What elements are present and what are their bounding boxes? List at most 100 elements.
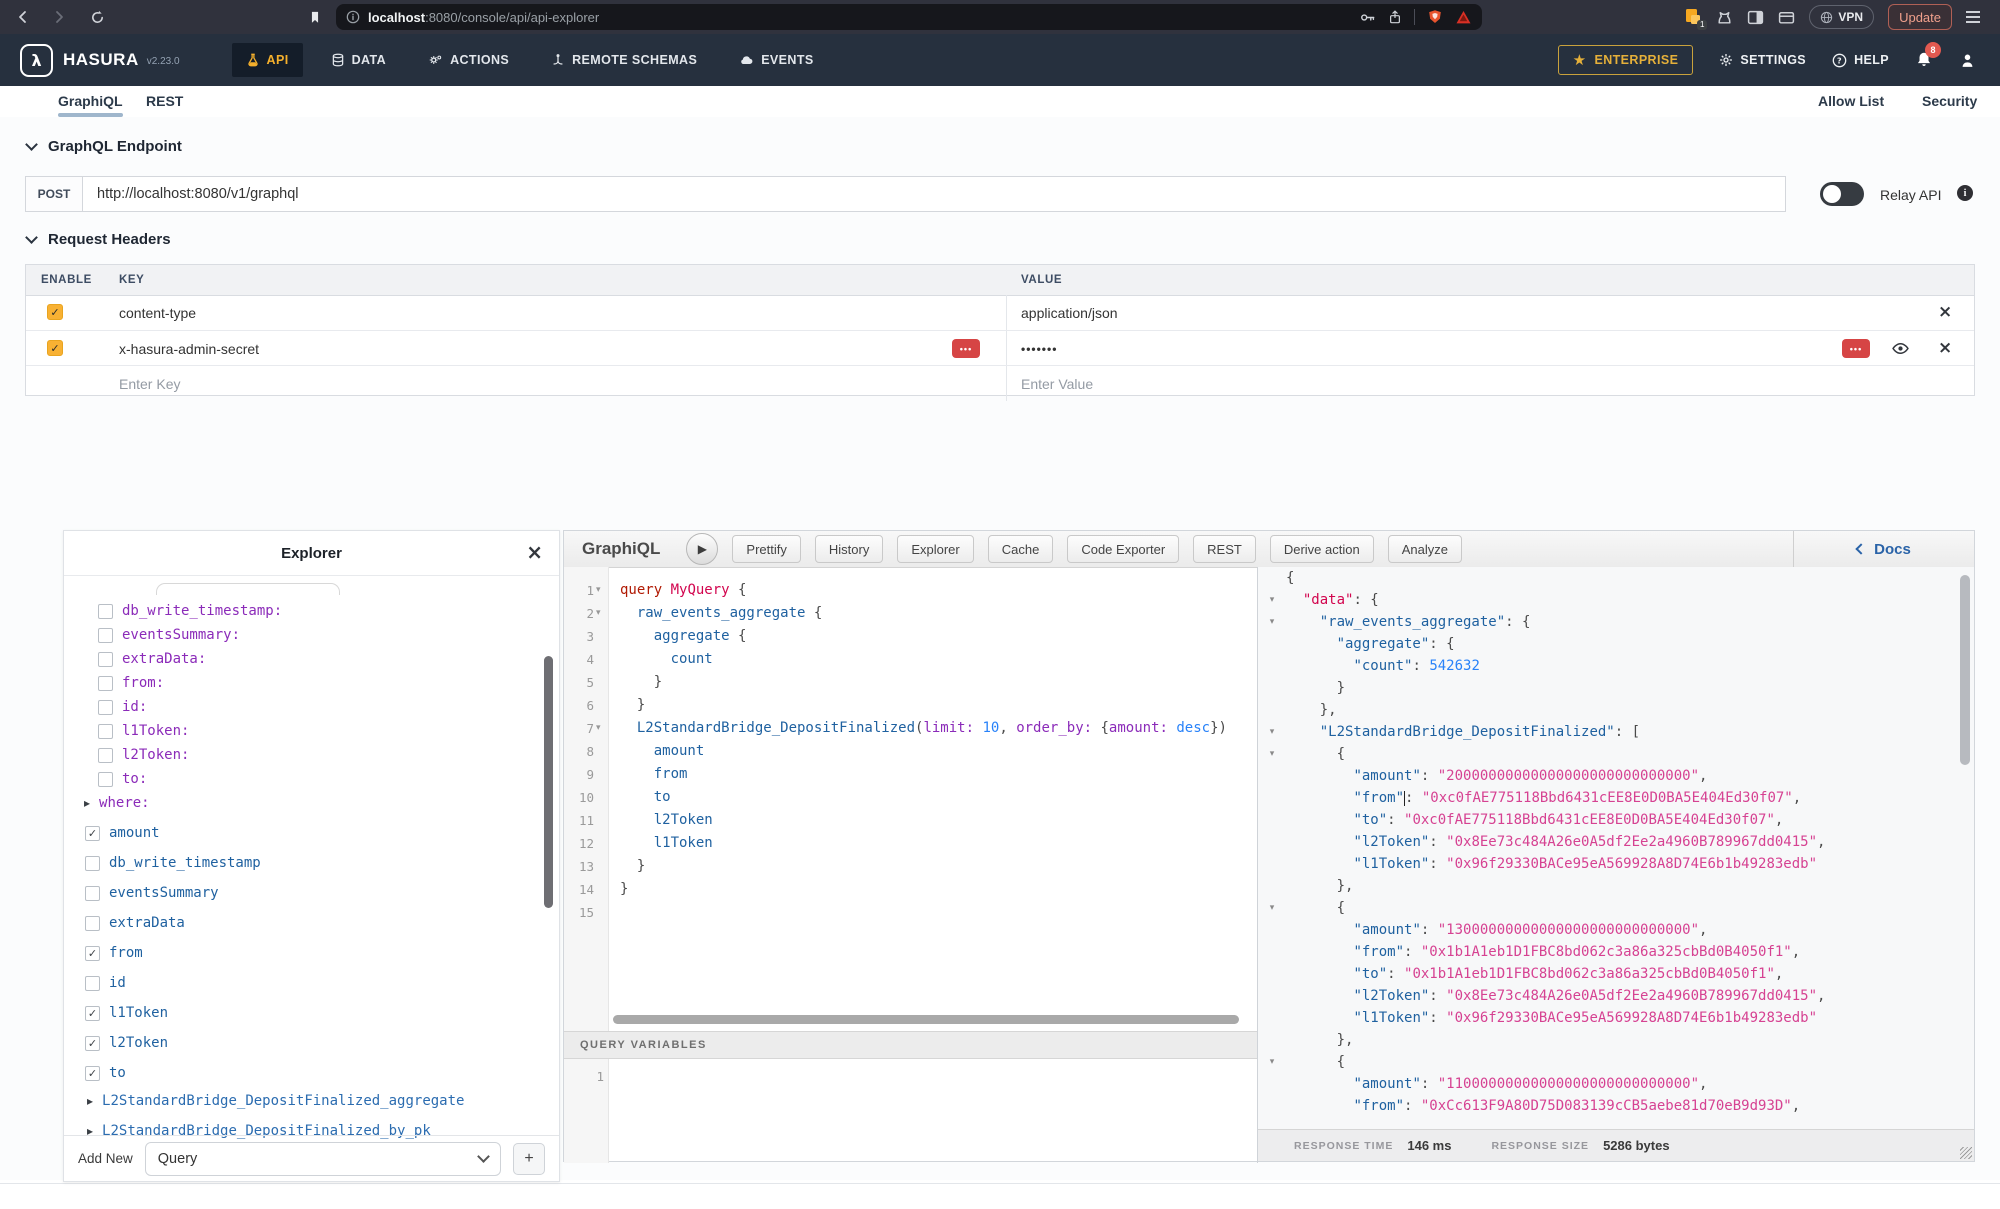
account-button[interactable] [1959,52,1976,69]
notifications-button[interactable]: 8 [1915,51,1933,69]
vpn-button[interactable]: VPN [1809,5,1874,29]
explorer-close-icon[interactable]: × [526,542,543,562]
new-header-value-input[interactable]: Enter Value [1021,376,1093,392]
field-checkbox[interactable] [98,772,113,787]
nav-item-events[interactable]: EVENTS [725,43,827,77]
cache-button[interactable]: Cache [988,535,1054,563]
header-key-cell[interactable]: content-type [119,305,196,321]
explorer-field-row[interactable]: l1Token [85,1005,168,1021]
query-editor[interactable]: query MyQuery { raw_events_aggregate { a… [620,579,1250,924]
admin-secret-badge[interactable]: ••• [952,339,980,358]
explorer-field-row[interactable]: from [85,945,143,961]
bookmark-button[interactable] [300,4,330,30]
explorer-field-row[interactable]: extraData [85,915,185,931]
explorer-arg-row[interactable]: to: [98,771,147,787]
fold-marker-icon[interactable]: ▾ [596,717,606,740]
rest-button[interactable]: REST [1193,535,1256,563]
settings-button[interactable]: SETTINGS [1719,53,1806,67]
header-key-cell[interactable]: x-hasura-admin-secret [119,341,259,357]
eye-icon[interactable] [1892,341,1909,356]
graphql-endpoint-section-header[interactable]: GraphQL Endpoint [27,138,182,155]
request-headers-section-header[interactable]: Request Headers [27,231,171,248]
browser-reload-button[interactable] [82,4,112,30]
field-checkbox[interactable] [85,826,100,841]
extension-notes-icon[interactable]: 1 [1684,8,1702,26]
nav-item-data[interactable]: DATA [317,43,400,77]
fold-marker-icon[interactable]: ▾ [1260,743,1284,765]
execute-query-button[interactable]: ▶ [686,533,718,565]
share-icon[interactable] [1388,9,1402,25]
add-new-plus-button[interactable]: + [513,1143,545,1175]
explorer-arg-row[interactable]: eventsSummary: [98,627,240,643]
add-new-select[interactable]: Query [145,1142,501,1176]
response-scrollbar[interactable] [1960,575,1970,765]
browser-back-button[interactable] [8,4,38,30]
header-value-cell[interactable]: application/json [1021,305,1118,321]
admin-secret-badge[interactable]: ••• [1842,339,1870,358]
explorer-field-row[interactable]: id [85,975,126,991]
field-checkbox[interactable] [85,856,100,871]
fold-marker-icon[interactable]: ▾ [1260,721,1284,743]
editor-horizontal-scrollbar[interactable] [613,1015,1251,1025]
endpoint-url-input[interactable] [82,176,1786,212]
browser-forward-button[interactable] [44,4,74,30]
explorer-scrollbar[interactable] [544,656,553,908]
code-exporter-button[interactable]: Code Exporter [1067,535,1179,563]
fold-marker-icon[interactable]: ▾ [596,602,606,625]
field-checkbox[interactable] [85,946,100,961]
expand-arrow-icon[interactable]: ▸ [87,1094,93,1108]
explorer-field-row[interactable]: l2Token [85,1035,168,1051]
tab-allow-list[interactable]: Allow List [1818,86,1884,116]
field-checkbox[interactable] [85,886,100,901]
info-icon[interactable]: i [1957,185,1973,201]
sidebar-toggle-icon[interactable] [1747,9,1764,26]
tab-graphiql[interactable]: GraphiQL [58,86,123,116]
field-checkbox[interactable] [98,700,113,715]
explorer-arg-row[interactable]: from: [98,675,164,691]
field-checkbox[interactable] [98,676,113,691]
field-checkbox[interactable] [85,1036,100,1051]
history-button[interactable]: History [815,535,883,563]
query-variables-header[interactable]: QUERY VARIABLES [564,1031,1257,1059]
fold-marker-icon[interactable]: ▾ [1260,897,1284,919]
analyze-button[interactable]: Analyze [1388,535,1462,563]
enable-checkbox[interactable] [47,340,63,356]
expand-arrow-icon[interactable]: ▸ [84,796,90,810]
explorer-field-row[interactable]: db_write_timestamp [85,855,261,871]
explorer-button[interactable]: Explorer [897,535,973,563]
brave-shield-icon[interactable] [1427,9,1443,25]
help-button[interactable]: ? HELP [1832,53,1889,68]
tab-security[interactable]: Security [1922,86,1977,116]
field-checkbox[interactable] [98,628,113,643]
field-checkbox[interactable] [85,1066,100,1081]
header-value-cell-masked[interactable]: ••••••• [1021,342,1057,356]
explorer-arg-row[interactable]: l2Token: [98,747,189,763]
field-checkbox[interactable] [98,604,113,619]
hasura-logo[interactable]: λ [20,44,53,77]
explorer-field-list[interactable]: db_write_timestamp: eventsSummary: extraDa… [64,575,559,1209]
warning-triangle-icon[interactable] [1455,10,1472,25]
field-checkbox[interactable] [85,916,100,931]
nav-item-actions[interactable]: ACTIONS [414,43,523,77]
remove-header-icon[interactable]: × [1938,304,1952,321]
prettify-button[interactable]: Prettify [732,535,800,563]
relay-api-toggle[interactable] [1820,182,1864,206]
field-checkbox[interactable] [98,724,113,739]
nav-item-remote-schemas[interactable]: REMOTE SCHEMAS [537,43,711,77]
scrollbar-thumb[interactable] [613,1015,1239,1024]
enable-checkbox[interactable] [47,304,63,320]
explorer-arg-row[interactable]: db_write_timestamp: [98,603,282,619]
explorer-field-row[interactable]: to [85,1065,126,1081]
url-bar[interactable]: localhost:8080/console/api/api-explorer [336,4,1482,30]
enterprise-button[interactable]: ★ ENTERPRISE [1558,45,1694,75]
fold-marker-icon[interactable]: ▾ [596,579,606,602]
fold-marker-icon[interactable]: ▾ [1260,1051,1284,1073]
fold-marker-icon[interactable]: ▾ [1260,589,1284,611]
remove-header-icon[interactable]: × [1938,340,1952,357]
field-checkbox[interactable] [85,1006,100,1021]
explorer-root-item[interactable]: ▸L2StandardBridge_DepositFinalized_aggre… [87,1093,464,1109]
explorer-arg-row[interactable]: l1Token: [98,723,189,739]
key-icon[interactable] [1359,10,1376,25]
nav-item-api[interactable]: API [232,43,303,77]
field-checkbox[interactable] [85,976,100,991]
